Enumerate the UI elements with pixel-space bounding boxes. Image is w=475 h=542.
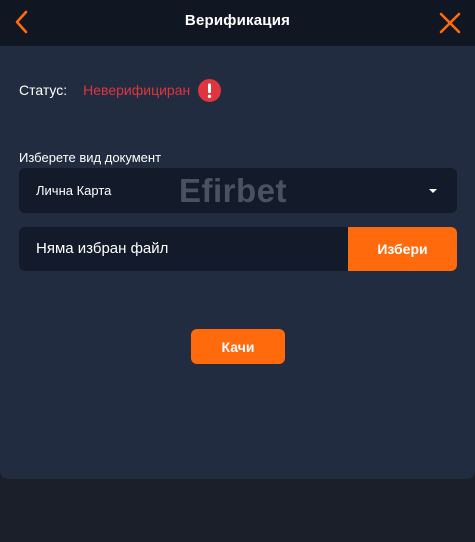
- close-icon: [439, 12, 461, 34]
- document-type-value: Лична Карта: [36, 183, 112, 198]
- header-bar: Верификация: [0, 0, 475, 46]
- file-picker: Няма избран файл Избери: [19, 227, 457, 271]
- close-button[interactable]: [435, 8, 465, 38]
- upload-button[interactable]: Качи: [191, 329, 285, 364]
- status-row: Статус: Неверифициран: [19, 78, 222, 102]
- verification-panel: Статус: Неверифициран Изберете вид докум…: [0, 46, 475, 479]
- file-status-text: Няма избран файл: [36, 240, 169, 257]
- page-title: Верификация: [184, 12, 291, 29]
- document-type-select[interactable]: Лична Карта Efirbet: [19, 168, 457, 213]
- status-label: Статус:: [19, 82, 68, 98]
- caret-down-icon: [429, 189, 437, 193]
- choose-file-button[interactable]: Избери: [348, 227, 457, 271]
- exclamation-circle-icon: [198, 78, 222, 102]
- watermark-logo: Efirbet: [179, 172, 288, 209]
- document-type-label: Изберете вид документ: [19, 150, 162, 165]
- status-value: Неверифициран: [83, 82, 191, 98]
